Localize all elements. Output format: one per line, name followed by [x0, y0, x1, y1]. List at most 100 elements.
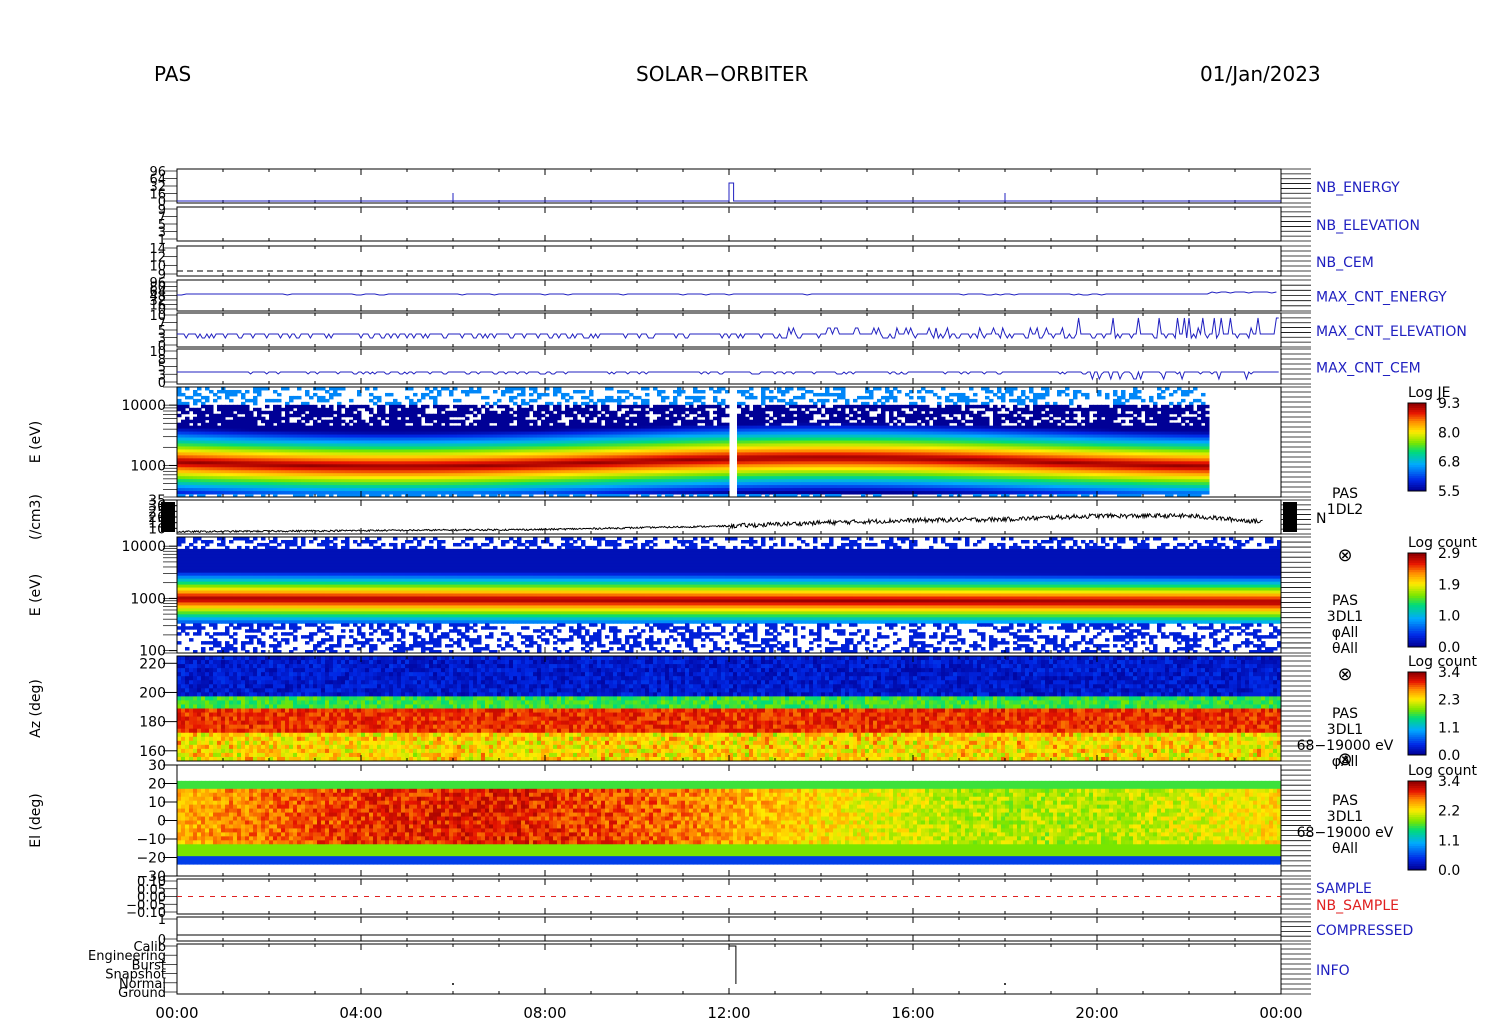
spectrogram-cell: [325, 440, 330, 444]
spectrogram-cell: [201, 425, 206, 430]
spectrogram-cell: [297, 467, 302, 471]
spectrogram-cell: [573, 479, 578, 483]
spectrogram-cell: [477, 467, 482, 471]
spectrogram-cell: [373, 452, 378, 456]
spectrogram-cell: [541, 470, 546, 474]
spectrogram-cell: [533, 437, 538, 442]
spectrogram-cell: [469, 389, 474, 394]
spectrogram-cell: [633, 488, 638, 492]
spectrogram-cell: [617, 437, 622, 442]
spectrogram-cell: [549, 482, 554, 486]
spectrogram-cell: [365, 461, 370, 465]
spectrogram-cell: [569, 410, 574, 415]
spectrogram-cell: [373, 431, 378, 436]
spectrogram-cell: [445, 422, 450, 427]
spectrogram-cell: [637, 440, 642, 444]
spectrogram-cell: [437, 491, 442, 495]
spectrogram-cell: [653, 464, 658, 468]
spectrogram-cell: [641, 413, 646, 418]
spectrogram-cell: [589, 458, 594, 462]
spectrogram-cell: [625, 479, 630, 483]
spectrogram-cell: [425, 392, 430, 397]
spectrogram-cell: [773, 428, 778, 433]
spectrogram-cell: [469, 431, 474, 436]
spectrogram-cell: [229, 473, 234, 477]
spectrogram-cell: [317, 461, 322, 465]
spectrogram-cell: [373, 416, 378, 421]
spectrogram-cell: [281, 387, 286, 391]
spectrogram-cell: [185, 491, 190, 495]
spectrogram-cell: [725, 449, 730, 453]
spectrogram-cell: [225, 422, 230, 427]
spectrogram-cell: [473, 452, 478, 456]
spectrogram-cell: [753, 461, 758, 465]
spectrogram-cell: [393, 449, 398, 453]
spectrogram-cell: [605, 437, 610, 442]
spectrogram-cell: [713, 395, 718, 400]
spectrogram-cell: [493, 443, 498, 447]
spectrogram-cell: [669, 452, 674, 456]
spectrogram-cell: [377, 434, 382, 439]
spectrogram-cell: [281, 458, 286, 462]
spectrogram-cell: [589, 428, 594, 433]
spectrogram-cell: [645, 476, 650, 480]
spectrogram-cell: [757, 440, 762, 444]
spectrogram-cell: [621, 476, 626, 480]
spectrogram-cell: [249, 464, 254, 468]
spectrogram-cell: [209, 473, 214, 477]
spectrogram-cell: [245, 449, 250, 453]
spectrogram-cell: [365, 404, 370, 409]
spectrogram-cell: [685, 425, 690, 430]
spectrogram-cell: [537, 452, 542, 456]
spectrogram-cell: [353, 467, 358, 471]
spectrogram-cell: [301, 449, 306, 453]
spectrogram-cell: [617, 491, 622, 495]
spectrogram-cell: [329, 387, 334, 391]
spectrogram-cell: [701, 461, 706, 465]
spectrogram-cell: [449, 455, 454, 459]
spectrogram-cell: [645, 488, 650, 492]
spectrogram-cell: [445, 479, 450, 483]
spectrogram-cell: [233, 407, 238, 412]
spectrogram-cell: [281, 431, 286, 436]
spectrogram-cell: [285, 458, 290, 462]
spectrogram-cell: [477, 419, 482, 424]
spectrogram-cell: [745, 410, 750, 415]
spectrogram-cell: [493, 455, 498, 459]
spectrogram-cell: [693, 437, 698, 442]
spectrogram-cell: [389, 416, 394, 421]
spectrogram-cell: [277, 419, 282, 424]
spectrogram-cell: [329, 431, 334, 436]
spectrogram-cell: [441, 413, 446, 418]
spectrogram-cell: [393, 404, 398, 409]
spectrogram-cell: [205, 452, 210, 456]
spectrogram-cell: [429, 431, 434, 436]
spectrogram-cell: [489, 404, 494, 409]
spectrogram-cell: [541, 476, 546, 480]
spectrogram-cell: [749, 410, 754, 415]
spectrogram-cell: [621, 446, 626, 450]
spectrogram-cell: [709, 467, 714, 471]
spectrogram-cell: [277, 491, 282, 495]
spectrogram-cell: [689, 485, 694, 489]
spectrogram-cell: [625, 440, 630, 444]
spectrogram-cell: [445, 452, 450, 456]
spectrogram-cell: [201, 488, 206, 492]
spectrogram-cell: [253, 446, 258, 450]
spectrogram-cell: [253, 479, 258, 483]
spectrogram-cell: [357, 440, 362, 444]
spectrogram-cell: [345, 479, 350, 483]
spectrogram-cell: [237, 407, 242, 412]
spectrogram-cell: [605, 416, 610, 421]
spectrogram-cell: [277, 416, 282, 421]
spectrogram-cell: [481, 458, 486, 462]
spectrogram-cell: [425, 413, 430, 418]
spectrogram-cell: [521, 458, 526, 462]
spectrogram-cell: [489, 470, 494, 474]
spectrogram-cell: [537, 437, 542, 442]
spectrogram-cell: [725, 461, 730, 465]
spectrogram-cell: [257, 425, 262, 430]
spectrogram-cell: [317, 452, 322, 456]
spectrogram-cell: [773, 413, 778, 418]
spectrogram-cell: [485, 446, 490, 450]
